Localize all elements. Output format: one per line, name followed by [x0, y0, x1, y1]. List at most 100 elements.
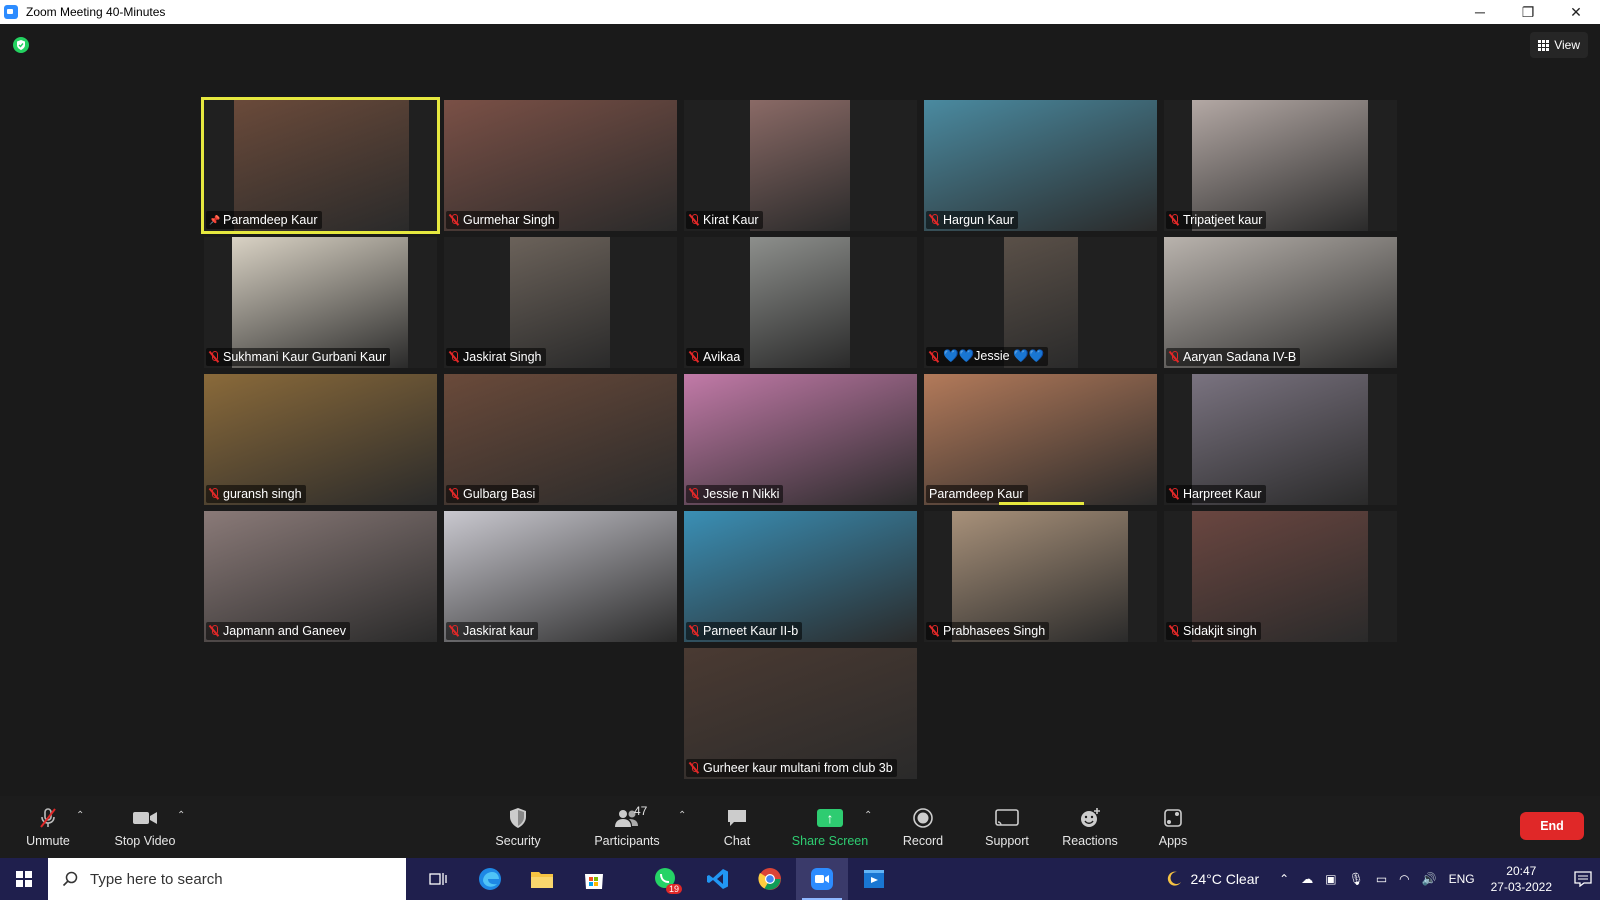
chrome-icon[interactable] — [744, 858, 796, 900]
reactions-button[interactable]: Reactions — [1060, 796, 1120, 858]
participant-tile[interactable]: Sidakjit singh — [1164, 511, 1397, 642]
participant-name: Sidakjit singh — [1183, 624, 1257, 638]
participant-tile[interactable]: 📌 Paramdeep Kaur — [201, 97, 440, 234]
search-placeholder: Type here to search — [90, 870, 223, 888]
screen-recorder-icon[interactable] — [848, 858, 900, 900]
taskbar-clock[interactable]: 20:47 27-03-2022 — [1491, 863, 1552, 895]
mic-muted-icon — [689, 488, 699, 500]
participant-name-tag: Harpreet Kaur — [1166, 485, 1266, 503]
participant-tile[interactable]: Harpreet Kaur — [1164, 374, 1397, 505]
participant-tile[interactable]: Hargun Kaur — [924, 100, 1157, 231]
participant-name: Kirat Kaur — [703, 213, 759, 227]
show-hidden-icons-icon[interactable]: ⌃ — [1279, 872, 1289, 886]
unmute-button[interactable]: Unmute — [24, 796, 72, 858]
share-options-caret-icon[interactable]: ⌃ — [864, 810, 872, 821]
security-button[interactable]: Security — [490, 796, 546, 858]
video-camera-icon — [132, 807, 158, 829]
participants-button[interactable]: 47 Participants — [590, 796, 664, 858]
encryption-shield-icon[interactable] — [13, 37, 29, 53]
participant-name: Paramdeep Kaur — [223, 213, 318, 227]
weather-widget[interactable]: 24°C Clear — [1165, 870, 1259, 888]
share-screen-button[interactable]: ↑ Share Screen — [790, 796, 870, 858]
video-options-caret-icon[interactable]: ⌃ — [177, 810, 185, 821]
participant-name: Jaskirat kaur — [463, 624, 534, 638]
chat-label: Chat — [723, 833, 751, 848]
edge-browser-icon[interactable] — [464, 858, 516, 900]
participant-name-tag: Gurmehar Singh — [446, 211, 559, 229]
mic-muted-icon — [449, 625, 459, 637]
battery-icon[interactable]: ▭ — [1376, 872, 1387, 886]
participant-tile[interactable]: Aaryan Sadana IV-B — [1164, 237, 1397, 368]
participant-tile[interactable]: Sukhmani Kaur Gurbani Kaur — [204, 237, 437, 368]
participant-tile[interactable]: Prabhasees Singh — [924, 511, 1157, 642]
language-indicator[interactable]: ENG — [1449, 872, 1475, 886]
taskbar-search-box[interactable]: Type here to search — [48, 858, 406, 900]
participants-icon: 47 — [614, 804, 647, 829]
participant-name: Jaskirat Singh — [463, 350, 542, 364]
close-button[interactable]: ✕ — [1552, 0, 1600, 24]
participant-name-tag: Sidakjit singh — [1166, 622, 1261, 640]
participant-tile[interactable]: Avikaa — [684, 237, 917, 368]
active-speaker-indicator — [999, 502, 1084, 505]
microphone-icon[interactable]: 🎙 — [1349, 872, 1364, 886]
participant-tile[interactable]: Jessie n Nikki — [684, 374, 917, 505]
meeting-area: View 📌 Paramdeep Kaur Gurmehar Singh Kirat … — [0, 24, 1600, 796]
mic-muted-icon — [209, 625, 219, 637]
apps-button[interactable]: Apps — [1158, 796, 1188, 858]
participant-tile[interactable]: Jaskirat Singh — [444, 237, 677, 368]
mic-muted-icon — [929, 625, 939, 637]
clock-time: 20:47 — [1506, 864, 1537, 878]
start-button[interactable] — [0, 858, 48, 900]
task-view-icon[interactable] — [412, 858, 464, 900]
participant-name-tag: 💙💙Jessie 💙💙 — [926, 347, 1049, 366]
mic-muted-icon — [35, 807, 61, 829]
mic-muted-icon — [209, 351, 219, 363]
mic-muted-icon — [689, 351, 699, 363]
share-screen-icon: ↑ — [817, 807, 843, 829]
mic-muted-icon — [209, 488, 219, 500]
mic-muted-icon — [689, 625, 699, 637]
notification-center-icon[interactable] — [1566, 858, 1600, 900]
participant-name-tag: Aaryan Sadana IV-B — [1166, 348, 1301, 366]
participant-name-tag: Sukhmani Kaur Gurbani Kaur — [206, 348, 391, 366]
participant-tile[interactable]: Paramdeep Kaur — [924, 374, 1157, 505]
participant-tile[interactable]: Parneet Kaur II-b — [684, 511, 917, 642]
stop-video-button[interactable]: Stop Video — [110, 796, 180, 858]
whatsapp-icon[interactable]: 19 — [640, 858, 692, 900]
participants-caret-icon[interactable]: ⌃ — [678, 810, 686, 821]
onedrive-icon[interactable]: ☁ — [1301, 872, 1313, 886]
meet-now-icon[interactable]: ▣ — [1325, 872, 1336, 886]
windows-taskbar: Type here to search 19 24°C Clear ⌃ ☁ ▣ … — [0, 858, 1600, 900]
participant-name-tag: Gulbarg Basi — [446, 485, 540, 503]
vscode-icon[interactable] — [692, 858, 744, 900]
windows-logo-icon — [16, 871, 32, 887]
zoom-taskbar-icon[interactable] — [796, 858, 848, 900]
view-button[interactable]: View — [1530, 32, 1588, 58]
audio-options-caret-icon[interactable]: ⌃ — [76, 810, 84, 821]
participant-tile[interactable]: Tripatjeet kaur — [1164, 100, 1397, 231]
participant-tile[interactable]: Gurmehar Singh — [444, 100, 677, 231]
pin-icon: 📌 — [209, 215, 221, 225]
participant-name: Gulbarg Basi — [463, 487, 536, 501]
end-meeting-button[interactable]: End — [1520, 812, 1584, 840]
minimize-button[interactable]: ─ — [1456, 0, 1504, 24]
clock-date: 27-03-2022 — [1490, 880, 1552, 894]
volume-icon[interactable]: 🔊 — [1422, 872, 1437, 886]
wifi-icon[interactable]: ◠ — [1399, 872, 1409, 886]
microsoft-store-icon[interactable] — [568, 858, 620, 900]
participant-tile[interactable]: Kirat Kaur — [684, 100, 917, 231]
participant-tile[interactable]: guransh singh — [204, 374, 437, 505]
participants-label: Participants — [594, 833, 660, 848]
participant-tile[interactable]: Jaskirat kaur — [444, 511, 677, 642]
restore-button[interactable]: ❐ — [1504, 0, 1552, 24]
chat-bubble-icon — [724, 807, 750, 829]
participant-tile[interactable]: Japmann and Ganeev — [204, 511, 437, 642]
mic-muted-icon — [1169, 214, 1179, 226]
participant-tile[interactable]: Gurheer kaur multani from club 3b — [684, 648, 917, 779]
chat-button[interactable]: Chat — [718, 796, 756, 858]
support-button[interactable]: Support — [980, 796, 1034, 858]
participant-tile[interactable]: 💙💙Jessie 💙💙 — [924, 237, 1157, 368]
participant-tile[interactable]: Gulbarg Basi — [444, 374, 677, 505]
file-explorer-icon[interactable] — [516, 858, 568, 900]
record-button[interactable]: Record — [900, 796, 946, 858]
